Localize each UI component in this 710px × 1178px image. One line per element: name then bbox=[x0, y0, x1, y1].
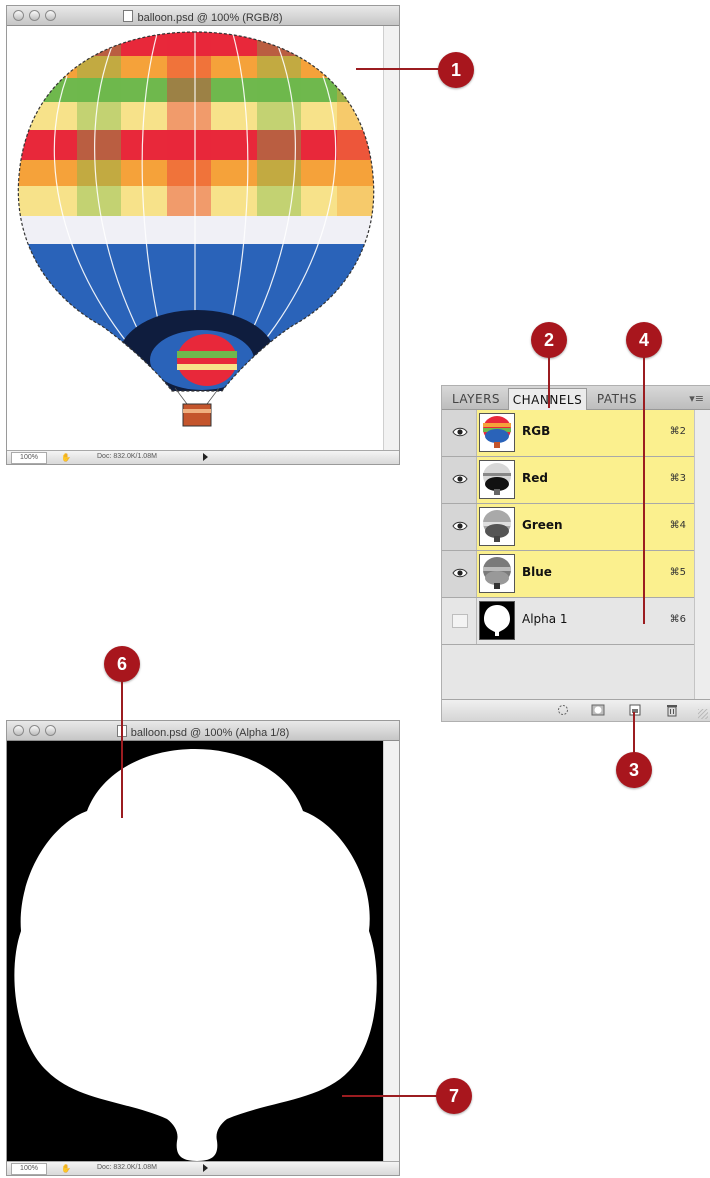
visibility-toggle[interactable] bbox=[442, 504, 477, 550]
visibility-toggle[interactable] bbox=[442, 457, 477, 503]
visibility-toggle[interactable] bbox=[442, 598, 477, 644]
new-channel-icon[interactable] bbox=[627, 703, 643, 717]
callout-line-1 bbox=[356, 68, 442, 70]
channel-shortcut-green: ⌘4 bbox=[669, 520, 686, 531]
empty-visibility-box bbox=[452, 614, 468, 628]
alpha-status-bar: 100% ✋ Doc: 832.0K/1.08M bbox=[7, 1161, 399, 1175]
visibility-toggle[interactable] bbox=[442, 410, 477, 456]
channel-row-blue[interactable]: Blue ⌘5 bbox=[442, 551, 694, 598]
document-icon bbox=[123, 10, 134, 22]
doc-size-info: Doc: 832.0K/1.08M bbox=[97, 1164, 157, 1171]
rgb-vertical-scrollbar[interactable] bbox=[383, 26, 399, 450]
panel-scrollbar[interactable] bbox=[694, 410, 710, 699]
callout-line-7 bbox=[342, 1095, 440, 1097]
status-menu-arrow-icon[interactable] bbox=[203, 1164, 208, 1172]
channel-thumbnail-green bbox=[479, 507, 515, 546]
rgb-document-window[interactable]: balloon.psd @ 100% (RGB/8) 100% ✋ Doc: 8… bbox=[6, 5, 400, 465]
alpha-window-title-text: balloon.psd @ 100% (Alpha 1/8) bbox=[130, 727, 290, 739]
channel-thumbnail-blue bbox=[479, 554, 515, 593]
eye-icon bbox=[452, 521, 468, 531]
channel-name-red: Red bbox=[522, 471, 548, 485]
channel-thumbnail-alpha-1 bbox=[479, 601, 515, 640]
tab-layers[interactable]: LAYERS bbox=[446, 388, 506, 410]
panel-footer bbox=[442, 699, 710, 721]
callout-1: 1 bbox=[438, 52, 474, 88]
zoom-field[interactable]: 100% bbox=[11, 1163, 47, 1175]
callout-2: 2 bbox=[531, 322, 567, 358]
rgb-status-bar: 100% ✋ Doc: 832.0K/1.08M bbox=[7, 450, 399, 464]
visibility-toggle[interactable] bbox=[442, 551, 477, 597]
doc-size-info: Doc: 832.0K/1.08M bbox=[97, 453, 157, 460]
channel-row-green[interactable]: Green ⌘4 bbox=[442, 504, 694, 551]
channel-shortcut-alpha-1: ⌘6 bbox=[669, 614, 686, 625]
load-selection-icon[interactable] bbox=[555, 703, 571, 717]
status-menu-arrow-icon[interactable] bbox=[203, 453, 208, 461]
rgb-canvas[interactable] bbox=[7, 26, 383, 450]
channel-name-alpha-1: Alpha 1 bbox=[522, 612, 568, 626]
channel-shortcut-blue: ⌘5 bbox=[669, 567, 686, 578]
callout-7: 7 bbox=[436, 1078, 472, 1114]
resize-grip[interactable] bbox=[698, 709, 708, 719]
callout-4: 4 bbox=[626, 322, 662, 358]
panel-tab-row: LAYERS CHANNELS PATHS ▾≡ bbox=[442, 386, 710, 410]
callout-6: 6 bbox=[104, 646, 140, 682]
rgb-window-title-text: balloon.psd @ 100% (RGB/8) bbox=[137, 12, 283, 24]
eye-icon bbox=[452, 474, 468, 484]
alpha-document-window[interactable]: balloon.psd @ 100% (Alpha 1/8) 100% ✋ Do… bbox=[6, 720, 400, 1176]
channel-list: RGB ⌘2 Red ⌘3 Green ⌘4 Blue ⌘5 Alpha 1 ⌘… bbox=[442, 410, 694, 645]
hot-air-balloon-image bbox=[17, 31, 375, 427]
channel-row-alpha-1[interactable]: Alpha 1 ⌘6 bbox=[442, 598, 694, 645]
channel-thumbnail-rgb bbox=[479, 413, 515, 452]
hand-tool-icon: ✋ bbox=[61, 453, 71, 462]
alpha-vertical-scrollbar[interactable] bbox=[383, 741, 399, 1161]
channel-row-rgb[interactable]: RGB ⌘2 bbox=[442, 410, 694, 457]
eye-icon bbox=[452, 427, 468, 437]
channel-name-blue: Blue bbox=[522, 565, 552, 579]
eye-icon bbox=[452, 568, 468, 578]
channel-name-rgb: RGB bbox=[522, 424, 551, 438]
callout-3: 3 bbox=[616, 752, 652, 788]
callout-line-4 bbox=[643, 356, 645, 624]
channel-name-green: Green bbox=[522, 518, 563, 532]
alpha-canvas[interactable] bbox=[7, 741, 385, 1163]
callout-line-3 bbox=[633, 712, 635, 754]
alpha-window-titlebar[interactable]: balloon.psd @ 100% (Alpha 1/8) bbox=[7, 721, 399, 741]
hand-tool-icon: ✋ bbox=[61, 1164, 71, 1173]
channel-shortcut-rgb: ⌘2 bbox=[669, 426, 686, 437]
channel-row-red[interactable]: Red ⌘3 bbox=[442, 457, 694, 504]
channel-shortcut-red: ⌘3 bbox=[669, 473, 686, 484]
tab-paths[interactable]: PATHS bbox=[588, 388, 646, 410]
zoom-field[interactable]: 100% bbox=[11, 452, 47, 464]
alpha-window-title: balloon.psd @ 100% (Alpha 1/8) bbox=[7, 725, 399, 739]
callout-line-2 bbox=[548, 356, 550, 408]
panel-menu-icon[interactable]: ▾≡ bbox=[689, 392, 704, 405]
save-selection-icon[interactable] bbox=[590, 703, 606, 717]
trash-icon[interactable] bbox=[664, 703, 680, 717]
rgb-window-titlebar[interactable]: balloon.psd @ 100% (RGB/8) bbox=[7, 6, 399, 26]
channels-panel: LAYERS CHANNELS PATHS ▾≡ bbox=[441, 385, 710, 722]
channel-thumbnail-red bbox=[479, 460, 515, 499]
callout-line-6 bbox=[121, 680, 123, 818]
rgb-window-title: balloon.psd @ 100% (RGB/8) bbox=[7, 10, 399, 24]
alpha-mask-image bbox=[7, 741, 385, 1163]
